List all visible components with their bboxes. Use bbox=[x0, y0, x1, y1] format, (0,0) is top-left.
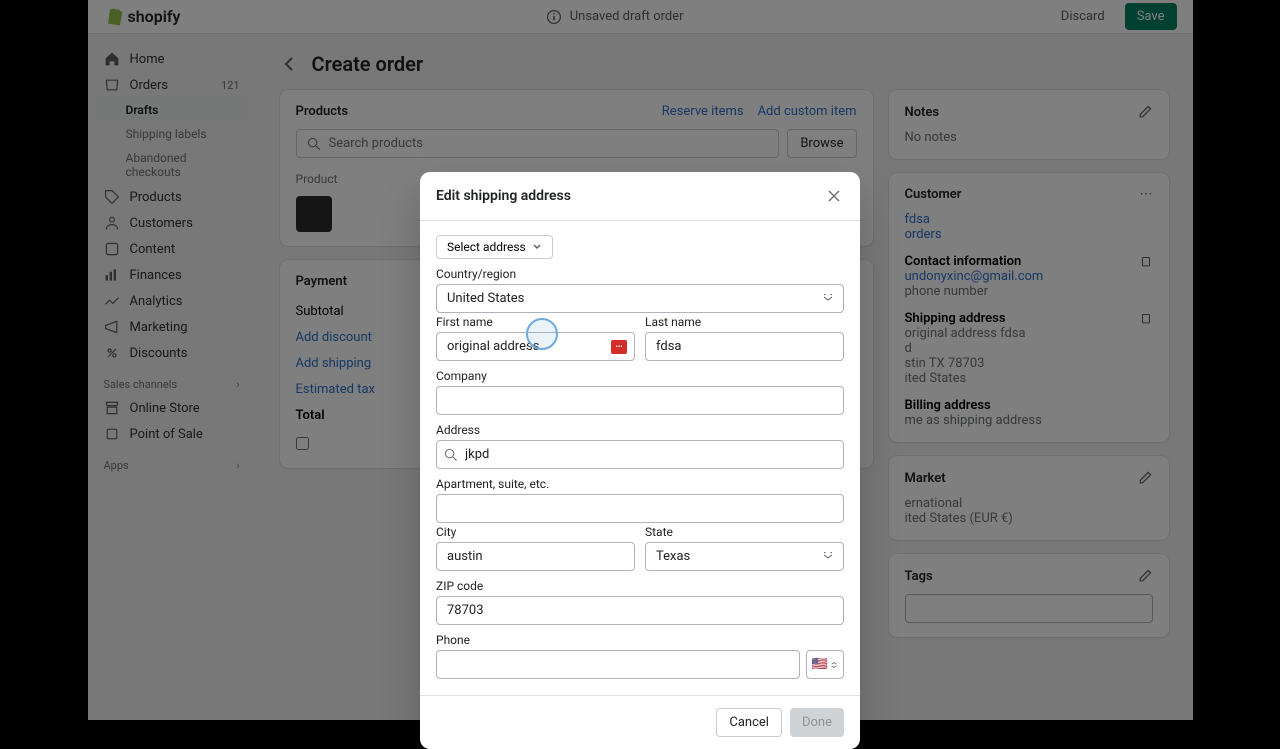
address-input[interactable] bbox=[436, 440, 844, 469]
country-select[interactable]: United States bbox=[436, 284, 844, 313]
edit-shipping-address-modal: Edit shipping address Select address Cou… bbox=[420, 172, 860, 749]
city-input[interactable] bbox=[436, 542, 635, 571]
country-label: Country/region bbox=[436, 267, 844, 281]
apartment-input[interactable] bbox=[436, 494, 844, 523]
first-name-input[interactable] bbox=[436, 332, 635, 361]
lastpass-icon[interactable] bbox=[611, 340, 627, 354]
cancel-button[interactable]: Cancel bbox=[716, 708, 782, 737]
done-button[interactable]: Done bbox=[790, 708, 844, 737]
select-address-label: Select address bbox=[447, 240, 526, 254]
zip-label: ZIP code bbox=[436, 579, 844, 593]
chevron-down-icon bbox=[532, 242, 542, 252]
company-label: Company bbox=[436, 369, 844, 383]
phone-label: Phone bbox=[436, 633, 844, 647]
modal-title: Edit shipping address bbox=[436, 188, 571, 204]
phone-country-select[interactable]: 🇺🇸 bbox=[806, 650, 844, 679]
select-address-button[interactable]: Select address bbox=[436, 235, 553, 259]
city-label: City bbox=[436, 525, 635, 539]
search-icon bbox=[444, 448, 458, 462]
apartment-label: Apartment, suite, etc. bbox=[436, 477, 844, 491]
close-icon[interactable] bbox=[824, 186, 844, 206]
phone-input[interactable] bbox=[436, 650, 800, 679]
state-select[interactable]: Texas bbox=[645, 542, 844, 571]
state-label: State bbox=[645, 525, 844, 539]
modal-overlay: Edit shipping address Select address Cou… bbox=[88, 0, 1193, 720]
first-name-label: First name bbox=[436, 315, 635, 329]
company-input[interactable] bbox=[436, 386, 844, 415]
address-label: Address bbox=[436, 423, 844, 437]
zip-input[interactable] bbox=[436, 596, 844, 625]
flag-icon: 🇺🇸 bbox=[812, 657, 828, 672]
last-name-input[interactable] bbox=[645, 332, 844, 361]
last-name-label: Last name bbox=[645, 315, 844, 329]
chevron-updown-icon bbox=[830, 661, 838, 669]
